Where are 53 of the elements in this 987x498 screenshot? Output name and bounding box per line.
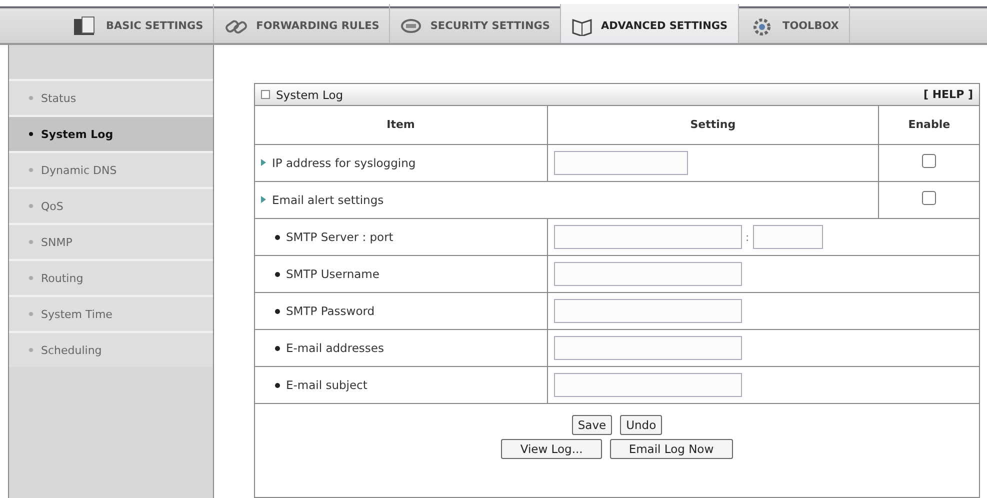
tab-label: SECURITY SETTINGS — [430, 20, 550, 32]
sidebar-item[interactable]: System Time — [9, 295, 213, 331]
bullet-icon — [275, 382, 280, 388]
nav-tab[interactable]: BASIC SETTINGS — [62, 4, 214, 43]
sidebar-item[interactable]: Status — [9, 79, 213, 115]
row-label: SMTP Username — [286, 267, 380, 282]
column-header: Enable — [878, 106, 979, 144]
help-link[interactable]: [ HELP ] — [923, 88, 973, 101]
input-field[interactable] — [753, 224, 824, 248]
bullet-icon — [275, 272, 280, 277]
nav-tab[interactable]: TOOLBOX — [738, 4, 850, 43]
triangle-icon — [261, 196, 266, 204]
tab-label: BASIC SETTINGS — [106, 20, 204, 32]
action-button[interactable]: Save — [572, 414, 612, 434]
action-button[interactable]: View Log... — [501, 438, 602, 458]
row-label: SMTP Server : port — [286, 230, 394, 244]
nav-tab[interactable]: FORWARDING RULES — [214, 4, 390, 43]
row-label: E-mail addresses — [286, 341, 384, 356]
bullet-icon — [275, 308, 280, 314]
panel-title: System Log — [276, 88, 344, 102]
bullet-icon — [275, 346, 280, 351]
nav-tab[interactable]: ADVANCED SETTINGS — [560, 4, 739, 43]
square-icon — [261, 90, 270, 99]
nav-tab[interactable]: SECURITY SETTINGS — [390, 4, 561, 43]
triangle-icon — [261, 159, 266, 166]
tab-label: ADVANCED SETTINGS — [600, 20, 728, 32]
sidebar-item[interactable]: Routing — [9, 259, 213, 295]
tab-label: TOOLBOX — [782, 20, 839, 32]
checkbox[interactable] — [922, 154, 936, 168]
column-header: Item — [255, 106, 547, 144]
sidebar-item[interactable]: QoS — [9, 187, 213, 223]
tab-label: FORWARDING RULES — [256, 20, 380, 32]
action-button[interactable]: Email Log Now — [610, 438, 733, 458]
row-label: E-mail subject — [286, 378, 368, 392]
input-field[interactable] — [554, 224, 742, 248]
sidebar-item[interactable]: Dynamic DNS — [9, 151, 213, 187]
lock-icon — [400, 16, 422, 34]
bullet-icon — [275, 234, 280, 240]
sidebar-item[interactable]: Scheduling — [9, 331, 213, 367]
action-button[interactable]: Undo — [620, 414, 662, 434]
sidebar-item[interactable]: SNMP — [9, 223, 213, 259]
input-field[interactable] — [554, 262, 742, 286]
column-header: Setting — [547, 106, 879, 144]
input-field[interactable] — [554, 298, 742, 322]
row-label: SMTP Password — [286, 304, 375, 318]
separator-text: : — [746, 231, 750, 244]
input-field[interactable] — [554, 336, 742, 360]
row-label: Email alert settings — [272, 192, 384, 207]
row-label: IP address for syslogging — [272, 156, 416, 170]
input-field[interactable] — [554, 150, 688, 174]
sidebar-item[interactable]: System Log — [9, 115, 213, 151]
checkbox[interactable] — [922, 191, 936, 205]
input-field[interactable] — [554, 372, 742, 396]
